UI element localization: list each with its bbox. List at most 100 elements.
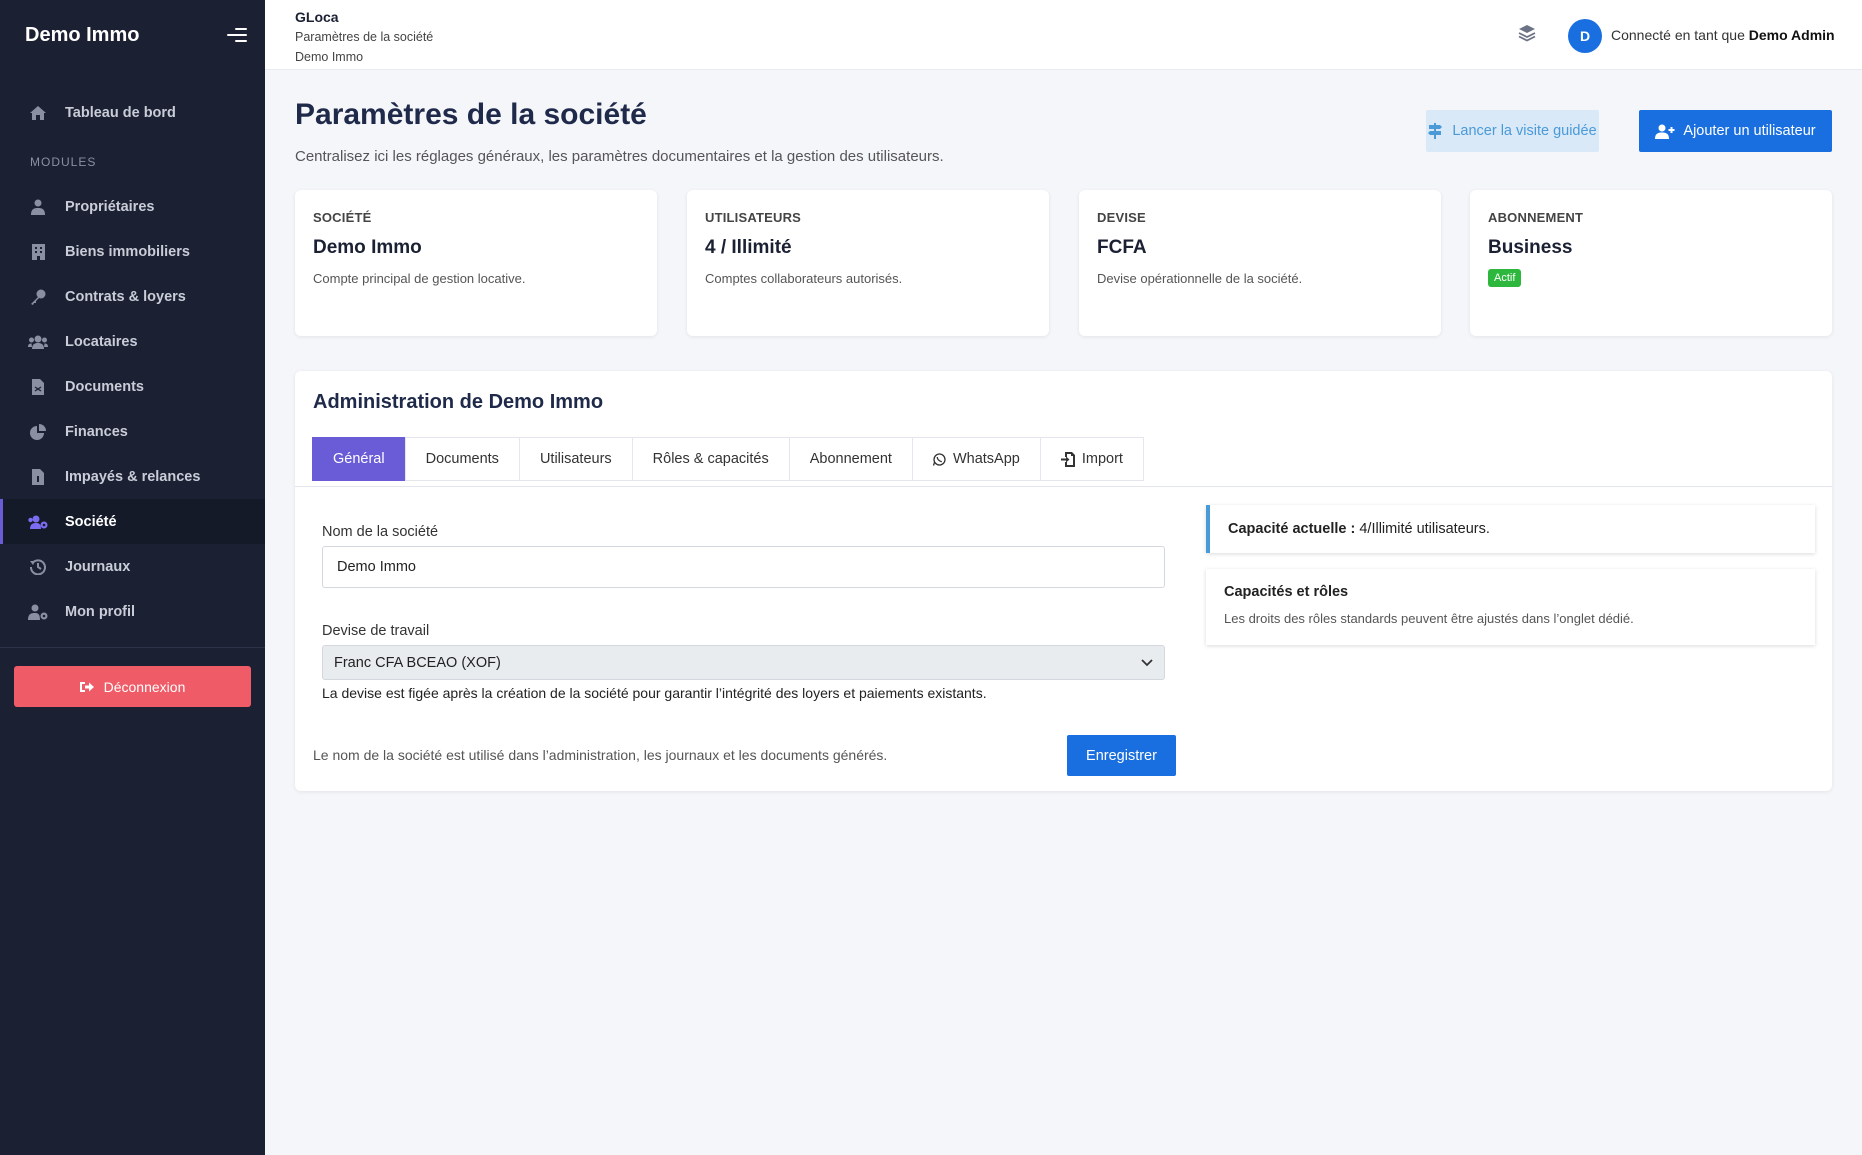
key-icon [28, 287, 48, 307]
company-name-input[interactable]: Demo Immo [322, 546, 1165, 588]
sidebar-item-biens[interactable]: Biens immobiliers [0, 229, 265, 274]
user-tie-icon [28, 197, 48, 217]
capacity-label: Capacité actuelle : [1228, 521, 1356, 537]
stat-desc: Comptes collaborateurs autorisés. [705, 271, 903, 286]
stat-value: FCFA [1097, 237, 1147, 258]
company-name-label: Nom de la société [322, 524, 439, 540]
tab-whatsapp[interactable]: WhatsApp [911, 437, 1041, 481]
connected-user: Connecté en tant que Demo Admin [1611, 27, 1835, 43]
logout-button[interactable]: Déconnexion [14, 666, 251, 707]
user-cog-icon [28, 602, 48, 622]
user-name: Demo Admin [1748, 27, 1835, 43]
stat-card-devise: DEVISE FCFA Devise opérationnelle de la … [1079, 190, 1441, 336]
currency-help: La devise est figée après la création de… [322, 685, 987, 701]
home-icon [28, 103, 48, 123]
building-icon [28, 242, 48, 262]
sidebar-nav: Tableau de bord MODULES Propriétaires Bi… [0, 70, 265, 634]
sidebar-item-label: Société [65, 513, 117, 530]
guided-tour-button[interactable]: Lancer la visite guidée [1426, 110, 1599, 152]
sidebar-item-label: Journaux [65, 558, 131, 575]
page-title: Paramètres de la société [295, 98, 647, 131]
sidebar-item-label: Contrats & loyers [65, 288, 186, 305]
tab-abonnement[interactable]: Abonnement [788, 437, 913, 481]
tab-utilisateurs[interactable]: Utilisateurs [518, 437, 633, 481]
sidebar-item-locataires[interactable]: Locataires [0, 319, 265, 364]
add-user-button[interactable]: Ajouter un utilisateur [1639, 110, 1832, 152]
menu-toggle-icon[interactable] [225, 26, 247, 44]
sidebar-item-impayes[interactable]: Impayés & relances [0, 454, 265, 499]
breadcrumb-company: Demo Immo [295, 50, 364, 64]
stat-value: Demo Immo [313, 237, 422, 258]
form-footer-note: Le nom de la société est utilisé dans l’… [313, 747, 888, 763]
stat-value: 4 / Illimité [705, 237, 792, 258]
sidebar-item-label: Biens immobiliers [65, 243, 190, 260]
sidebar-section-label: MODULES [30, 155, 97, 169]
stat-card-utilisateurs: UTILISATEURS 4 / Illimité Comptes collab… [687, 190, 1049, 336]
avatar[interactable]: D [1568, 19, 1602, 53]
app-name: GLoca [295, 9, 339, 25]
sidebar-item-label: Finances [65, 423, 128, 440]
tab-general[interactable]: Général [312, 437, 406, 481]
sidebar-item-documents[interactable]: Documents [0, 364, 265, 409]
currency-label: Devise de travail [322, 623, 430, 639]
signs-post-icon [1428, 123, 1443, 139]
sidebar-divider [0, 647, 265, 648]
stat-label: DEVISE [1097, 210, 1146, 225]
guided-tour-label: Lancer la visite guidée [1452, 123, 1597, 139]
user-plus-icon [1655, 124, 1675, 139]
stat-label: SOCIÉTÉ [313, 210, 372, 225]
file-pdf-icon [28, 377, 48, 397]
currency-value: Franc CFA BCEAO (XOF) [334, 654, 501, 671]
connected-prefix: Connecté en tant que [1611, 27, 1749, 43]
tab-documents[interactable]: Documents [404, 437, 520, 481]
pie-chart-icon [28, 422, 48, 442]
currency-select[interactable]: Franc CFA BCEAO (XOF) [322, 645, 1165, 680]
panel-title: Administration de Demo Immo [313, 391, 604, 413]
save-button[interactable]: Enregistrer [1067, 735, 1176, 776]
tabs-divider [295, 486, 1832, 487]
administration-panel: Administration de Demo Immo Général Docu… [295, 371, 1832, 791]
sidebar-item-label: Propriétaires [65, 198, 155, 215]
roles-card-text: Les droits des rôles standards peuvent ê… [1224, 611, 1634, 626]
breadcrumb: GLoca Paramètres de la société Demo Immo [295, 7, 433, 67]
stat-desc: Devise opérationnelle de la société. [1097, 271, 1303, 286]
stat-label: ABONNEMENT [1488, 210, 1584, 225]
topbar: GLoca Paramètres de la société Demo Immo… [265, 0, 1862, 70]
stat-desc: Compte principal de gestion locative. [313, 271, 526, 286]
sidebar-item-dashboard[interactable]: Tableau de bord [0, 90, 265, 135]
tabs: Général Documents Utilisateurs Rôles & c… [312, 437, 1144, 481]
sidebar-item-label: Impayés & relances [65, 468, 201, 485]
logout-label: Déconnexion [103, 678, 186, 695]
tab-roles[interactable]: Rôles & capacités [631, 437, 790, 481]
tab-label: Import [1081, 451, 1123, 467]
capacity-value: 4/Illimité utilisateurs. [1355, 521, 1490, 537]
capacity-info: Capacité actuelle : 4/Illimité utilisate… [1206, 505, 1815, 553]
sidebar-item-label: Documents [65, 378, 144, 395]
users-cog-icon [28, 512, 48, 532]
stat-value: Business [1488, 237, 1573, 258]
status-badge: Actif [1488, 269, 1522, 287]
sidebar-item-profil[interactable]: Mon profil [0, 589, 265, 634]
add-user-label: Ajouter un utilisateur [1683, 123, 1816, 139]
sidebar: Demo Immo Tableau de bord MODULES Propri… [0, 0, 265, 1155]
sidebar-item-journaux[interactable]: Journaux [0, 544, 265, 589]
file-invoice-icon [28, 467, 48, 487]
roles-card: Capacités et rôles Les droits des rôles … [1206, 569, 1815, 645]
sidebar-item-label: Tableau de bord [65, 104, 176, 121]
tab-import[interactable]: Import [1039, 437, 1144, 481]
brand-name: Demo Immo [25, 23, 140, 46]
sidebar-item-societe[interactable]: Société [0, 499, 265, 544]
chevron-down-icon [1141, 655, 1153, 671]
sidebar-brand: Demo Immo [0, 0, 265, 70]
roles-card-title: Capacités et rôles [1224, 584, 1349, 600]
sidebar-item-finances[interactable]: Finances [0, 409, 265, 454]
sidebar-item-contrats[interactable]: Contrats & loyers [0, 274, 265, 319]
file-import-icon [1060, 451, 1075, 467]
tab-label: WhatsApp [952, 451, 1020, 467]
page-subtitle: Centralisez ici les réglages généraux, l… [295, 148, 944, 165]
history-icon [28, 557, 48, 577]
whatsapp-icon [932, 452, 946, 466]
sidebar-item-proprietaires[interactable]: Propriétaires [0, 184, 265, 229]
sign-out-icon [79, 681, 94, 693]
layers-icon[interactable] [1518, 24, 1536, 47]
